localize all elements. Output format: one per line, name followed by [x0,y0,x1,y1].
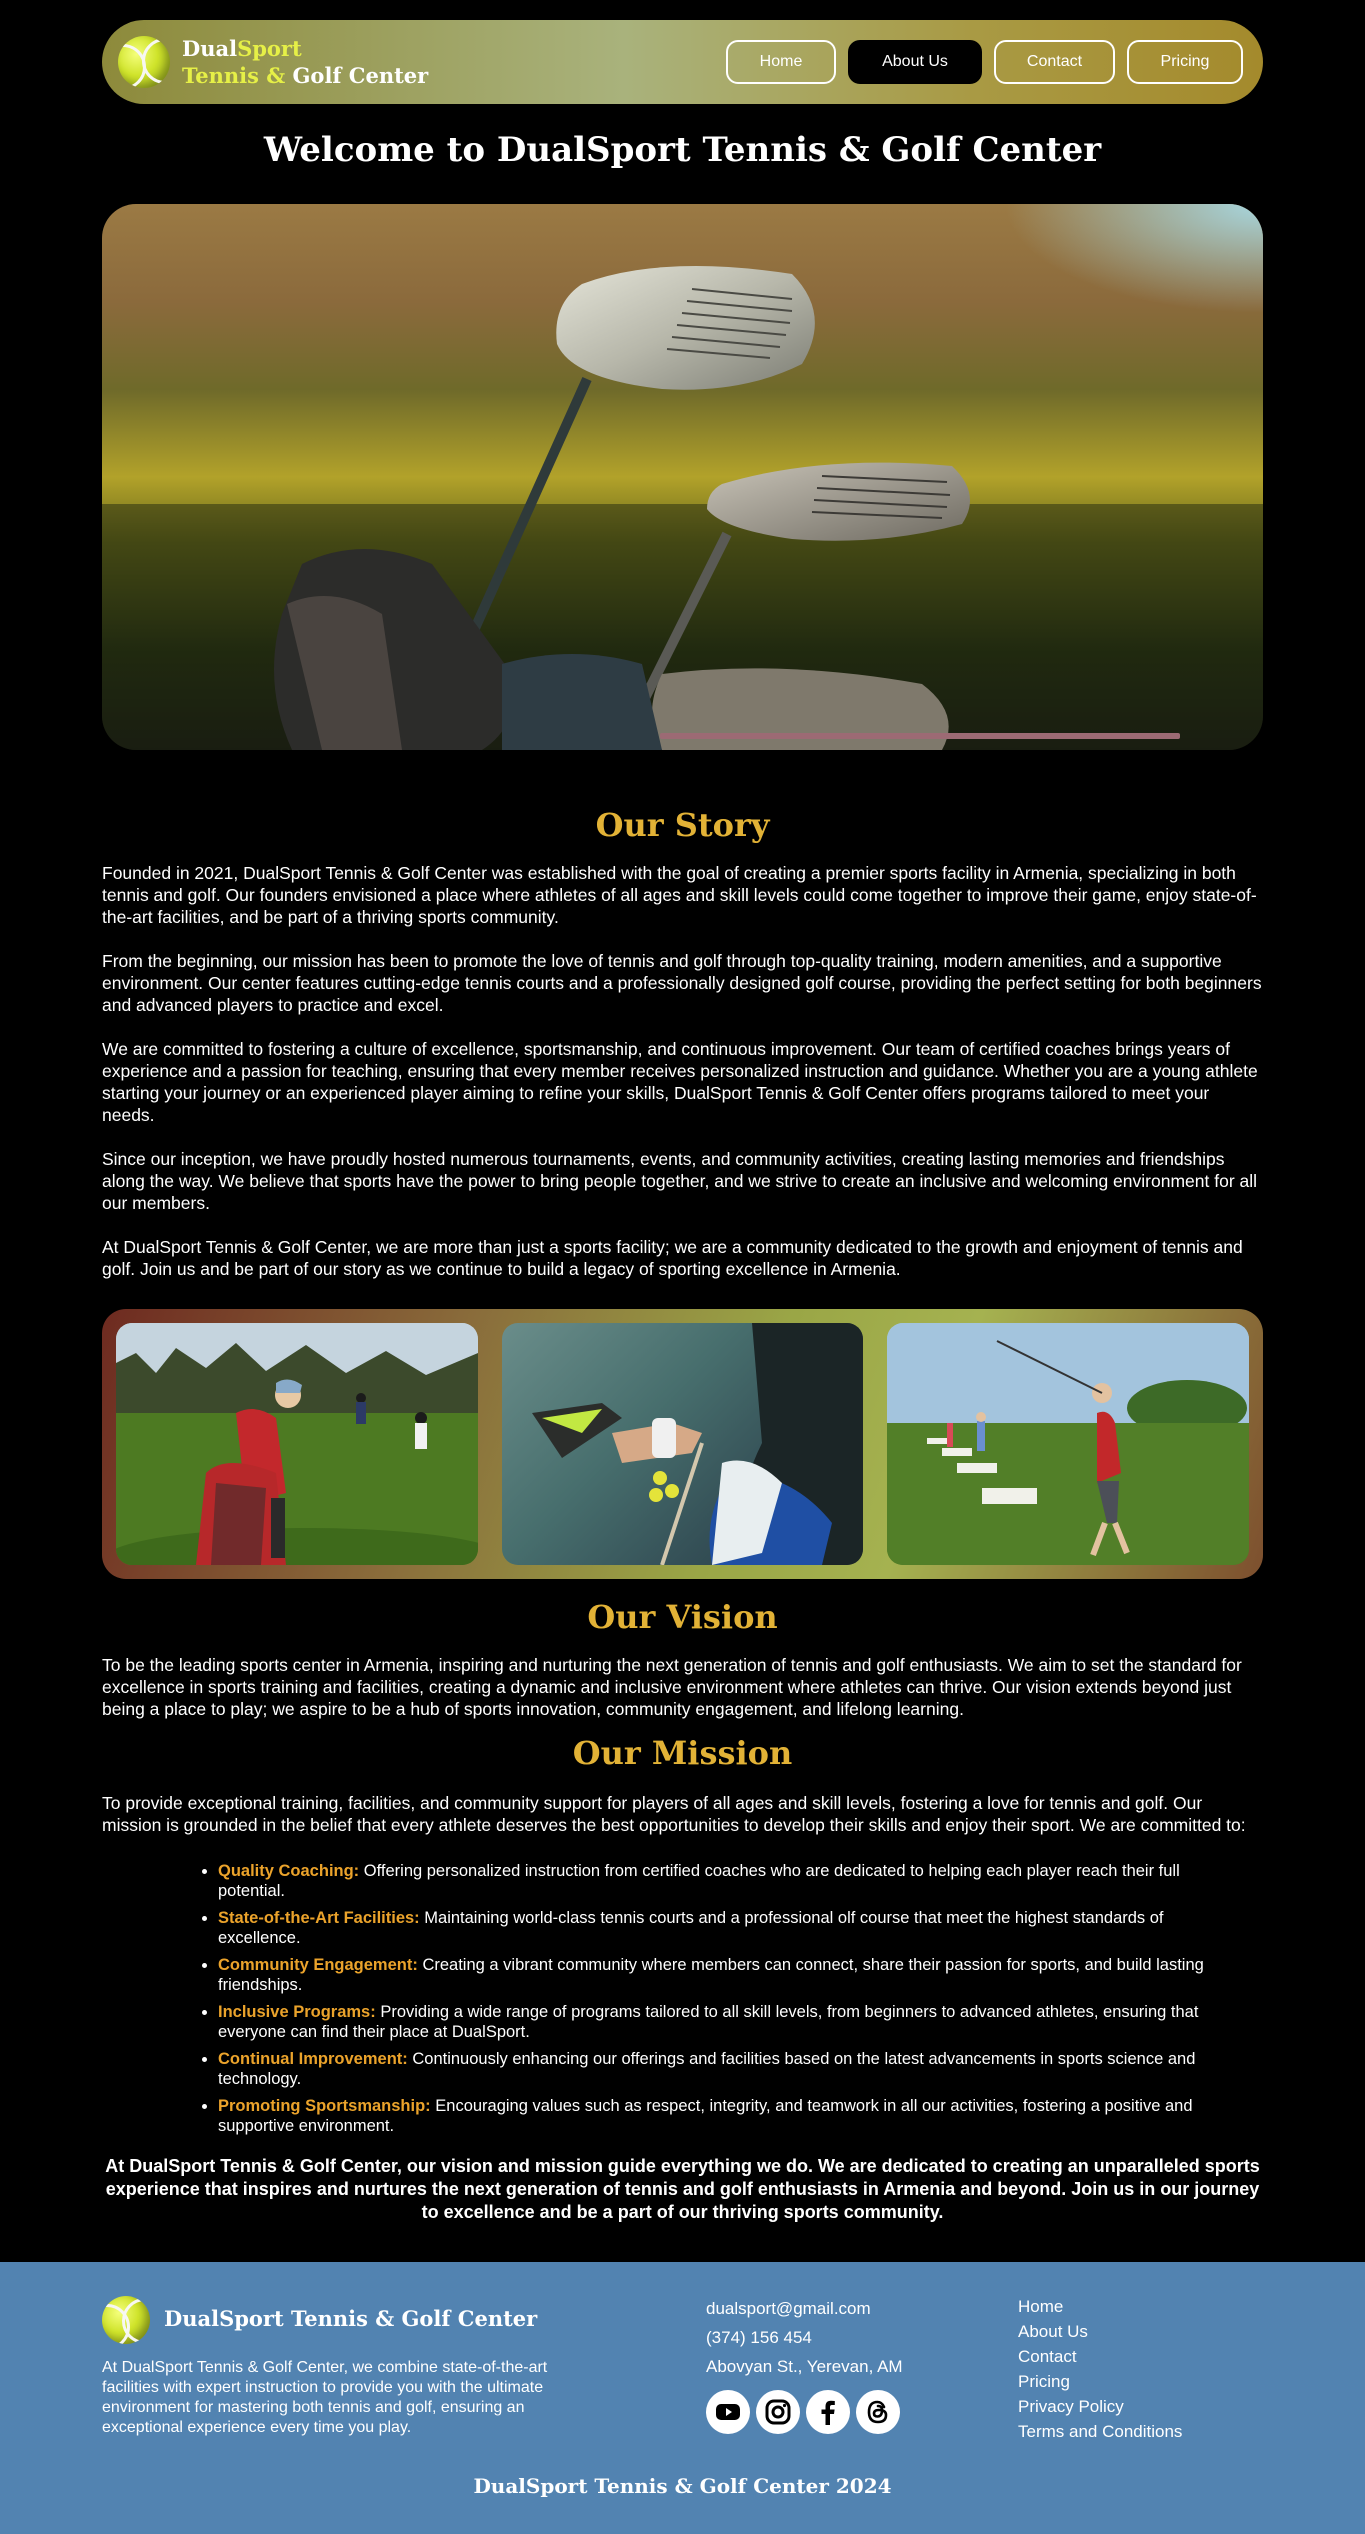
golf-clubs-photo-icon [102,266,1263,750]
story-paragraph-2: From the beginning, our mission has been… [102,951,1262,1015]
story-paragraph-1: Founded in 2021, DualSport Tennis & Golf… [102,863,1257,927]
mission-item-key: Promoting Sportsmanship: [218,2097,431,2115]
footer-address: Abovyan St., Yerevan, AM [706,2357,903,2376]
golfer-with-bag-icon [116,1323,478,1565]
site-header: DualSport Tennis & Golf Center Home Abou… [102,20,1263,104]
our-vision-heading: Our Vision [587,1598,778,1636]
golf-swing-icon [887,1323,1250,1565]
brand-word-tennis: Tennis & [182,63,293,88]
story-paragraph-4: Since our inception, we have proudly hos… [102,1149,1258,1213]
mission-item-sportsmanship: Promoting Sportsmanship: Encouraging val… [218,2096,1238,2136]
footer-link-pricing[interactable]: Pricing [1018,2369,1182,2394]
story-paragraph-3: We are committed to fostering a culture … [102,1039,1258,1125]
mission-item-community: Community Engagement: Creating a vibrant… [218,1955,1238,1995]
threads-icon[interactable] [856,2390,900,2434]
site-footer: DualSport Tennis & Golf Center At DualSp… [0,2262,1365,2534]
social-links [706,2390,900,2434]
brand-word-dual: Dual [182,36,238,61]
mission-item-key: Inclusive Programs: [218,2003,376,2021]
photo-gallery [102,1309,1263,1579]
brand-logo-text[interactable]: DualSport Tennis & Golf Center [182,35,428,89]
footer-brand[interactable]: DualSport Tennis & Golf Center [164,2306,537,2331]
footer-phone[interactable]: (374) 156 454 [706,2323,903,2352]
footer-email[interactable]: dualsport@gmail.com [706,2294,903,2323]
brand-word-sport: Sport [237,36,302,61]
padel-player-icon [531,1323,864,1565]
nav-about-us-button[interactable]: About Us [848,40,982,84]
mission-item-inclusive: Inclusive Programs: Providing a wide ran… [218,2002,1238,2042]
golfer-with-bag-photo [116,1323,478,1565]
instagram-icon[interactable] [756,2390,800,2434]
mission-list: Quality Coaching: Offering personalized … [218,1861,1238,2143]
mission-item-quality-coaching: Quality Coaching: Offering personalized … [218,1861,1238,1901]
story-paragraph-5: At DualSport Tennis & Golf Center, we ar… [102,1237,1243,1279]
mission-item-facilities: State-of-the-Art Facilities: Maintaining… [218,1908,1238,1948]
footer-link-contact[interactable]: Contact [1018,2344,1182,2369]
golf-swing-photo [887,1323,1250,1565]
our-story-heading: Our Story [595,806,770,844]
footer-description: At DualSport Tennis & Golf Center, we co… [102,2359,548,2436]
padel-player-photo [501,1323,864,1565]
nav-pricing-button[interactable]: Pricing [1127,40,1243,84]
footer-links: Home About Us Contact Pricing Privacy Po… [1018,2294,1182,2444]
mission-item-key: State-of-the-Art Facilities: [218,1909,420,1927]
hero-slider-progress[interactable] [660,733,1180,739]
vision-text: To be the leading sports center in Armen… [102,1655,1242,1719]
footer-link-privacy-policy[interactable]: Privacy Policy [1018,2394,1182,2419]
main-nav: Home About Us Contact Pricing [726,40,1243,84]
brand-word-golf-center: Golf Center [292,63,429,88]
mission-item-key: Quality Coaching: [218,1862,360,1880]
youtube-icon[interactable] [706,2390,750,2434]
mission-item-text: Offering personalized instruction from c… [218,1862,1180,1900]
page-title: Welcome to DualSport Tennis & Golf Cente… [263,130,1102,170]
mission-item-improvement: Continual Improvement: Continuously enha… [218,2049,1238,2089]
footer-tennis-ball-logo-icon[interactable] [102,2296,150,2344]
nav-home-button[interactable]: Home [726,40,836,84]
footer-copyright: DualSport Tennis & Golf Center 2024 [473,2474,892,2498]
mission-item-key: Continual Improvement: [218,2050,408,2068]
footer-link-terms[interactable]: Terms and Conditions [1018,2419,1182,2444]
our-mission-heading: Our Mission [572,1734,793,1772]
nav-contact-button[interactable]: Contact [994,40,1115,84]
footer-link-about-us[interactable]: About Us [1018,2319,1182,2344]
mission-item-key: Community Engagement: [218,1956,418,1974]
mission-intro: To provide exceptional training, facilit… [102,1793,1246,1835]
tennis-ball-logo-icon[interactable] [118,36,170,88]
mission-closing-statement: At DualSport Tennis & Golf Center, our v… [105,2156,1260,2222]
footer-contact: dualsport@gmail.com (374) 156 454 Abovya… [706,2294,903,2381]
footer-link-home[interactable]: Home [1018,2294,1182,2319]
hero-image [102,204,1263,750]
facebook-icon[interactable] [806,2390,850,2434]
